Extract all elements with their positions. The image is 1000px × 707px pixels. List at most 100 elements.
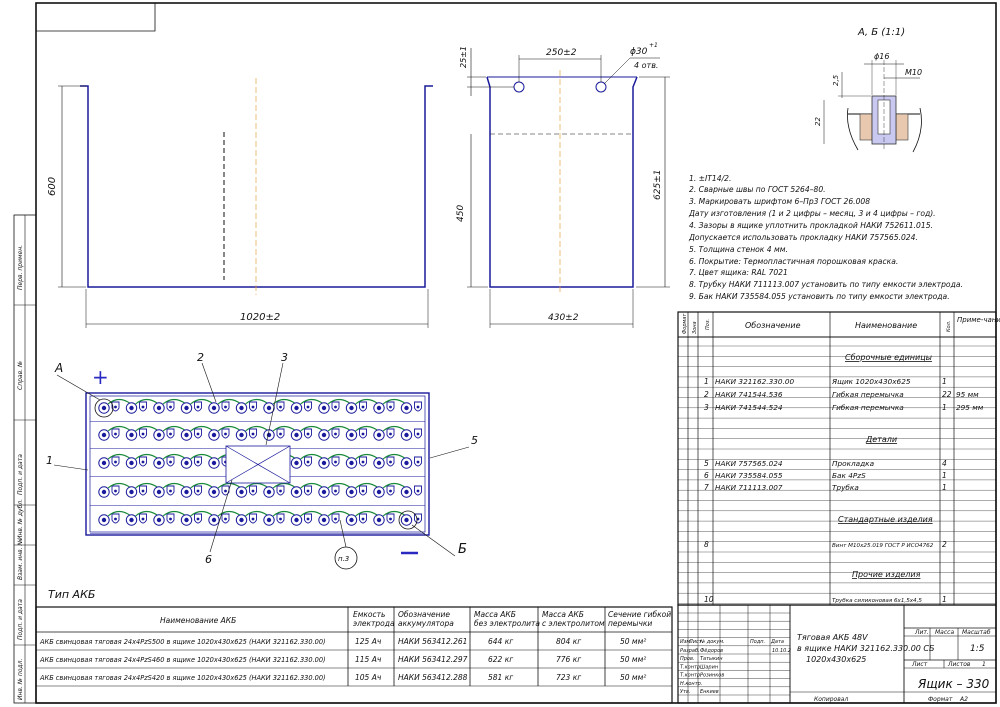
jumper-link [327, 425, 352, 432]
callout-5: 5 [471, 434, 478, 447]
tb-person: Розинков [700, 673, 724, 679]
akb-header-cell: без электролита [474, 619, 540, 628]
tb-lit: Лит. [914, 629, 929, 636]
spec-name: Ящик 1020х430х625 [831, 377, 911, 386]
tb-role-header: Подп. [750, 639, 765, 645]
side-view: 250±2 25±1 450 625±1 430±2 ϕ30 +1 4 отв. [456, 42, 670, 328]
battery-plan-view [85, 392, 430, 536]
dim-hole-dia-sup: +1 [649, 42, 658, 49]
type-akb-title: Тип АКБ [48, 588, 95, 601]
jumper-link [162, 482, 187, 489]
jumper-link [107, 510, 132, 517]
jumper-link [162, 425, 187, 432]
tb-doc-name: Ящик – 330 [917, 677, 990, 691]
dim-width-side: 430±2 [548, 313, 579, 323]
spec-qty: 1 [942, 377, 947, 386]
akb-cell: 115 Ач [355, 655, 382, 664]
jumper-link [327, 482, 352, 489]
tb-scale-val: 1:5 [970, 644, 985, 654]
callout-3: 3 [281, 351, 288, 364]
dim-height-side-total: 625±1 [653, 170, 663, 200]
jumper-link [107, 453, 132, 460]
spec-pos: 6 [704, 471, 709, 480]
spec-qty: 1 [942, 403, 947, 412]
spec-pos: 2 [704, 390, 709, 399]
strip-label-1: Справ. № [17, 361, 24, 390]
note-1: 2. Сварные швы по ГОСТ 5264–80. [689, 185, 826, 194]
akb-cell: 125 Ач [355, 637, 382, 646]
callout-A: А [54, 361, 63, 375]
plus-sign: + [92, 365, 109, 389]
akb-cell: 776 кг [556, 655, 581, 664]
jumper-link [272, 425, 297, 432]
jumper-link [382, 510, 407, 517]
note-5: Допускается использовать прокладку НАКИ … [688, 233, 918, 242]
dim-hole-dia: ϕ30 [630, 47, 648, 57]
strip-label-3: Инв. № дубл. [17, 499, 24, 540]
akb-cell: АКБ свинцовая тяговая 24х4PzS460 в ящике… [39, 656, 326, 664]
spec-pos: 5 [704, 459, 709, 468]
spec-qty: 1 [942, 595, 947, 604]
tb-role: Т.контр. [680, 673, 702, 679]
strip-label-5: Подп. и дата [17, 599, 24, 640]
spec-pos: 10 [704, 595, 714, 604]
jumper-link [382, 398, 407, 405]
spec-designation: НАКИ 321162.330.00 [715, 377, 795, 386]
akb-cell: НАКИ 563412.297 [398, 655, 468, 664]
jumper-link [327, 453, 352, 460]
akb-header-cell: Емкость [353, 610, 385, 619]
akb-header-cell: Обозначение [398, 610, 450, 619]
jumper-link [190, 425, 214, 432]
spec-name: Трубка [832, 483, 859, 492]
akb-cell: АКБ свинцовая тяговая 24х4PzS500 в ящике… [39, 638, 326, 646]
spec-qty: 1 [942, 471, 947, 480]
tb-mass: Масса [935, 629, 954, 636]
akb-cell: 622 кг [488, 655, 513, 664]
jumper-link [355, 398, 379, 405]
spec-h-note: Приме-чание [957, 316, 1000, 324]
dim-hole-spacing: 250±2 [546, 48, 577, 58]
callout-1: 1 [46, 454, 53, 467]
jumper-link [190, 482, 214, 489]
strip-label-0: Перв. примен. [17, 245, 24, 290]
jumper-link [245, 398, 269, 405]
dim-hole-top: 25±1 [459, 46, 468, 68]
jumper-link [327, 398, 352, 405]
akb-cell: 105 Ач [355, 673, 382, 682]
akb-cell: АКБ свинцовая тяговая 24х4PzS420 в ящике… [39, 674, 326, 682]
drawing-sheet: Перв. примен. Справ. № Подп. и дата Инв.… [13, 2, 1000, 704]
tb-title-3: 1020х430х625 [806, 655, 866, 664]
tb-copied: Копировал [814, 696, 848, 703]
spec-note: 95 мм [956, 390, 979, 399]
jumper-link [162, 398, 187, 405]
battery-cell [400, 485, 422, 498]
dim-hole-count: 4 отв. [634, 61, 658, 70]
detail-m10: М10 [905, 68, 922, 77]
jumper-link [190, 453, 214, 460]
jumper-link [382, 482, 407, 489]
callout-6: 6 [205, 553, 212, 566]
jumper-link [245, 510, 269, 517]
spec-table: Формат Зона Поз. Обозначение Наименовани… [677, 311, 1000, 606]
note-4: 4. Зазоры в ящике уплотнить прокладкой Н… [689, 221, 933, 230]
jumper-link [135, 510, 159, 517]
jumper-link [135, 425, 159, 432]
tb-person: Енкиев [700, 689, 719, 695]
callout-B: Б [458, 542, 467, 557]
spec-name: Гибкая перемычка [832, 403, 904, 412]
spec-qty: 1 [942, 483, 947, 492]
jumper-link [272, 482, 297, 489]
jumper-link [135, 398, 159, 405]
spec-designation: НАКИ 711113.007 [715, 483, 783, 492]
note-2: 3. Маркировать шрифтом 6–Пр3 ГОСТ 26.008 [689, 197, 870, 206]
detail-section: А, Б (1:1) ϕ16 М10 2,5 22 [814, 27, 922, 153]
detail-22: 22 [814, 117, 822, 126]
tb-role-header: Дата [770, 639, 784, 645]
callout-2: 2 [197, 351, 204, 364]
jumper-link [382, 425, 407, 432]
akb-table: Наименование АКБ ЕмкостьэлектродаОбозначе… [35, 606, 673, 704]
akb-cell: 50 мм² [620, 637, 646, 646]
akb-cell: 723 кг [556, 673, 581, 682]
jumper-link [217, 425, 242, 432]
akb-header-cell: аккумулятора [398, 619, 454, 628]
